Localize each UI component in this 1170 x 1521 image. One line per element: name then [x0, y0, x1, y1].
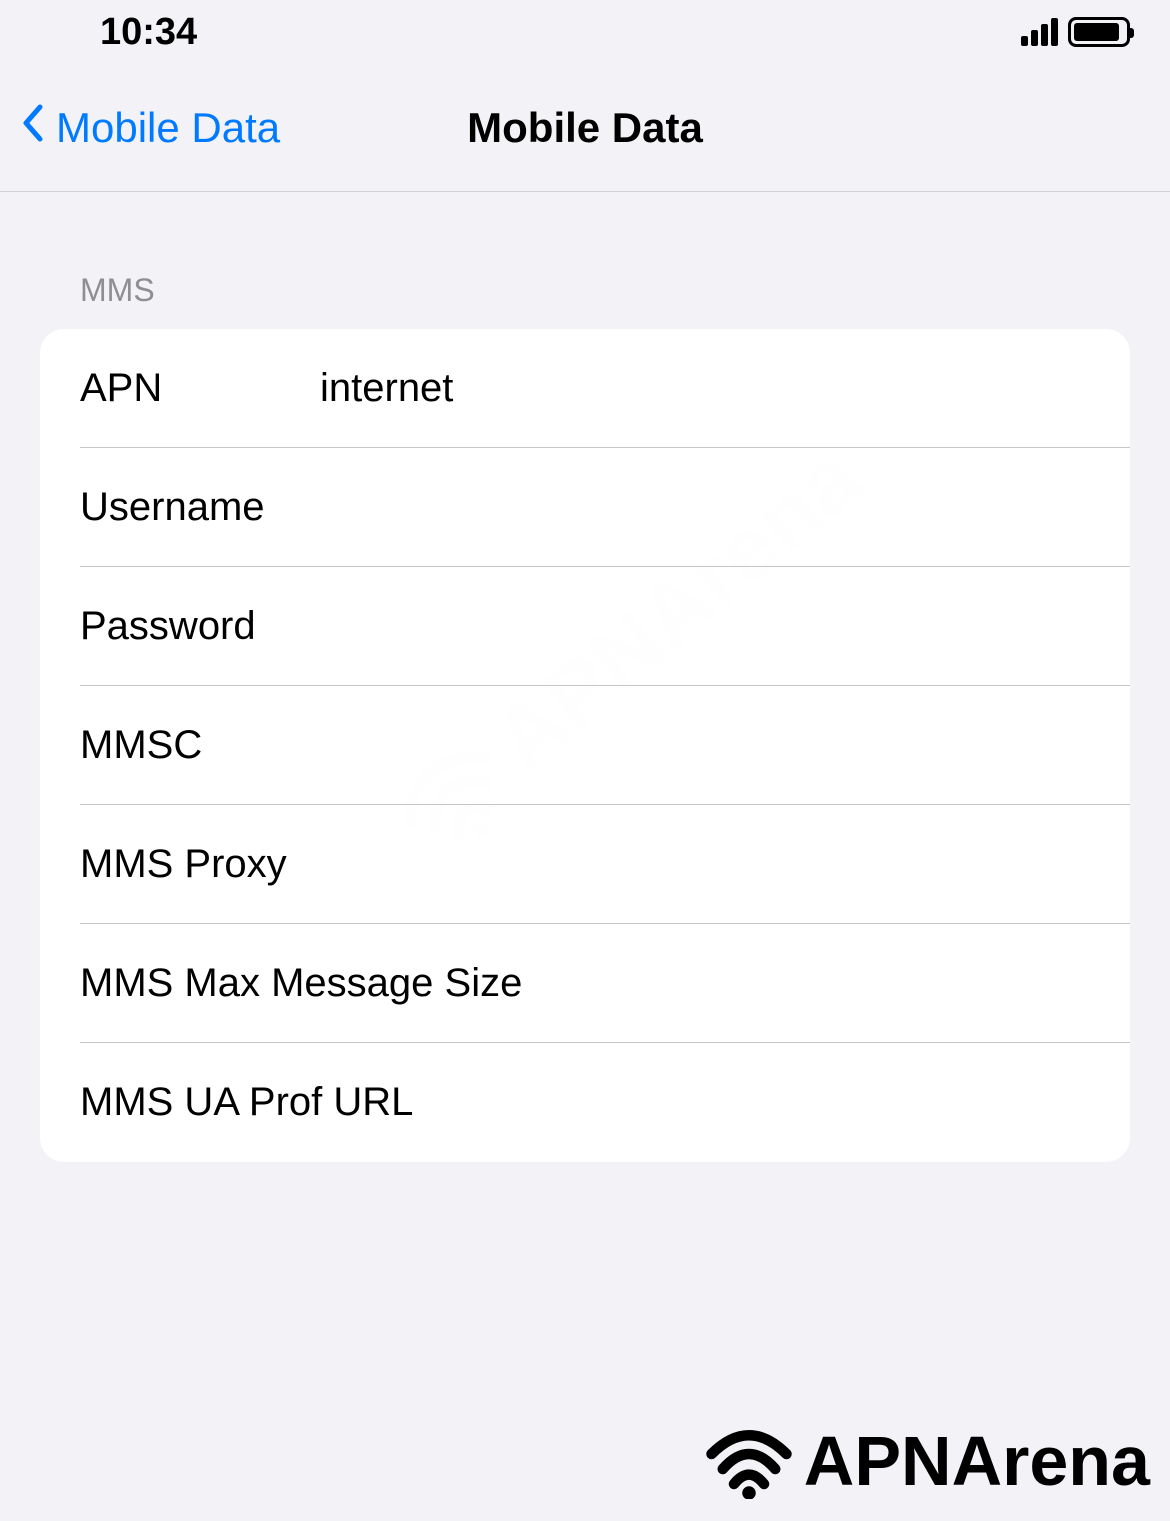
row-apn[interactable]: APN [40, 329, 1130, 448]
label-apn: APN [80, 366, 320, 411]
label-mmsc: MMSC [80, 723, 320, 768]
input-username[interactable] [320, 485, 1090, 530]
input-mms-ua-prof[interactable] [413, 1080, 1090, 1125]
row-password[interactable]: Password [40, 567, 1130, 686]
row-mms-proxy[interactable]: MMS Proxy [40, 805, 1130, 924]
label-mms-max-size: MMS Max Message Size [80, 961, 522, 1006]
row-username[interactable]: Username [40, 448, 1130, 567]
label-mms-proxy: MMS Proxy [80, 842, 320, 887]
input-mms-max-size[interactable] [522, 961, 1090, 1006]
settings-group-mms: APN Username Password MMSC MMS Proxy MMS… [40, 329, 1130, 1162]
row-mmsc[interactable]: MMSC [40, 686, 1130, 805]
wifi-icon [704, 1424, 794, 1499]
back-label: Mobile Data [56, 104, 280, 152]
nav-bar: Mobile Data Mobile Data [0, 64, 1170, 192]
watermark-bottom: APNArena [704, 1421, 1150, 1501]
row-mms-max-size[interactable]: MMS Max Message Size [40, 924, 1130, 1043]
battery-icon [1068, 17, 1130, 47]
label-username: Username [80, 485, 320, 530]
label-password: Password [80, 604, 320, 649]
page-title: Mobile Data [467, 104, 703, 152]
input-mms-proxy[interactable] [320, 842, 1090, 887]
status-time: 10:34 [100, 11, 197, 54]
back-button[interactable]: Mobile Data [20, 103, 280, 153]
row-mms-ua-prof[interactable]: MMS UA Prof URL [40, 1043, 1130, 1162]
input-apn[interactable] [320, 366, 1090, 411]
input-password[interactable] [320, 604, 1090, 649]
section-header-mms: MMS [40, 192, 1130, 329]
status-bar: 10:34 [0, 0, 1170, 64]
input-mmsc[interactable] [320, 723, 1090, 768]
chevron-left-icon [20, 103, 44, 153]
label-mms-ua-prof: MMS UA Prof URL [80, 1080, 413, 1125]
signal-icon [1021, 18, 1058, 46]
status-right [1021, 17, 1130, 47]
